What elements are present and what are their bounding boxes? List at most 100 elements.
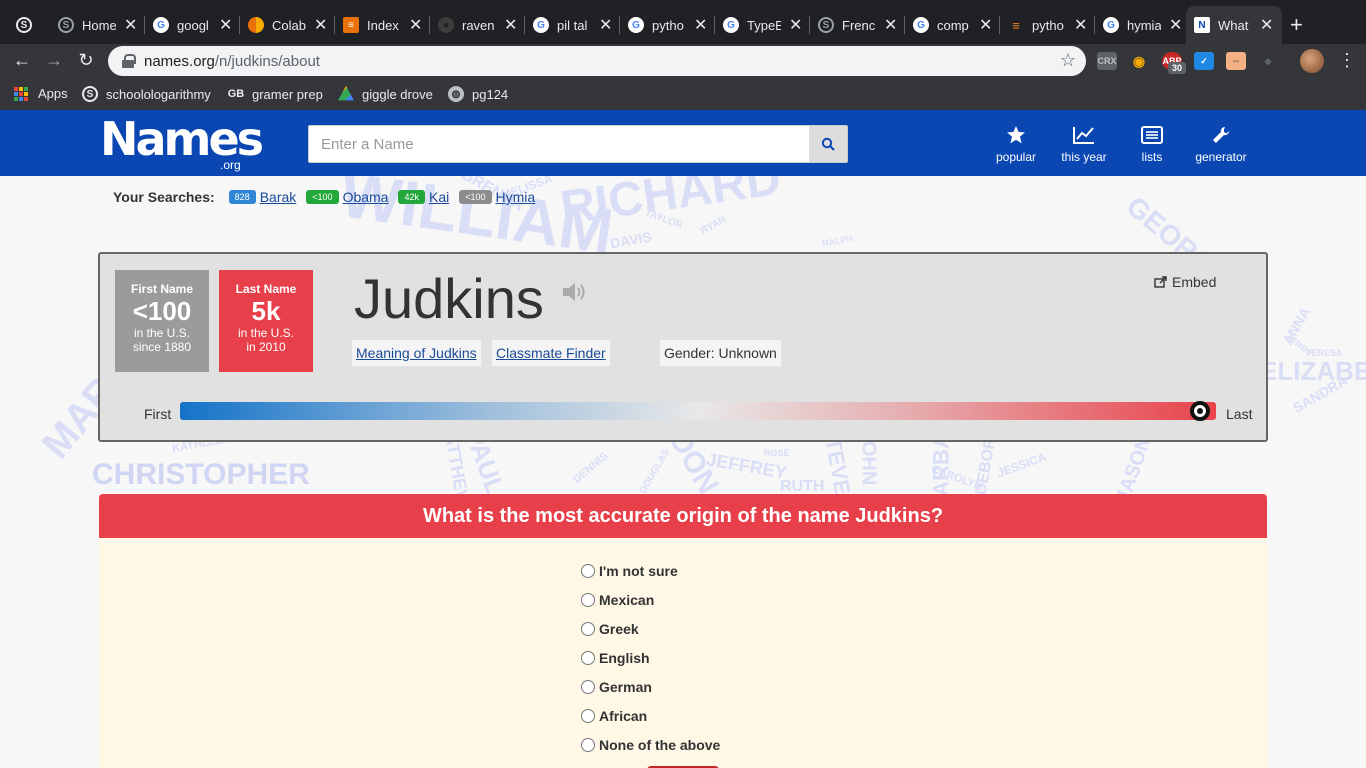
tab-python[interactable]: G pytho ✕ — [620, 6, 716, 44]
radio-button[interactable] — [581, 708, 595, 723]
bookmark-label: gramer prep — [252, 86, 323, 102]
nav-generator[interactable]: generator — [1186, 124, 1256, 164]
tab-raven[interactable]: ● raven ✕ — [430, 6, 526, 44]
tab-google[interactable]: G googl ✕ — [145, 6, 241, 44]
colab-favicon-icon — [248, 17, 264, 33]
radio-button[interactable] — [581, 621, 595, 636]
option-label: None of the above — [599, 736, 721, 753]
bookmark-schoolologarithmy[interactable]: S schoolologarithmy — [82, 86, 211, 102]
lock-icon — [122, 54, 136, 68]
nav-this-year[interactable]: this year — [1049, 124, 1119, 164]
poll-option-not-sure[interactable]: I'm not sure — [581, 556, 720, 585]
close-tab-icon[interactable]: ✕ — [1074, 15, 1087, 35]
name-heading: Judkins — [354, 267, 544, 330]
close-tab-icon[interactable]: ✕ — [219, 15, 232, 35]
trend-chart-icon — [1073, 127, 1094, 144]
reload-button[interactable]: ↻ — [74, 50, 98, 71]
poll-option-none[interactable]: None of the above — [581, 730, 720, 759]
bookmark-label: Apps — [38, 86, 68, 101]
new-tab-button[interactable]: + — [1290, 12, 1303, 38]
name-search-input[interactable] — [309, 126, 809, 162]
name-search — [308, 125, 848, 163]
search-link-barak[interactable]: Barak — [260, 189, 297, 205]
cloud-name: DOUGLAS — [637, 447, 673, 496]
radio-button[interactable] — [581, 563, 595, 578]
radio-button[interactable] — [581, 650, 595, 665]
stackoverflow-favicon-icon: ≡ — [1012, 17, 1020, 33]
poll-option-african[interactable]: African — [581, 701, 720, 730]
face-extension-icon[interactable]: ◦◦ — [1226, 52, 1246, 70]
close-tab-icon[interactable]: ✕ — [979, 15, 992, 35]
count-badge: <100 — [306, 190, 339, 204]
tab-index[interactable]: ≡ Index ✕ — [335, 6, 431, 44]
close-tab-icon[interactable]: ✕ — [409, 15, 422, 35]
close-tab-icon[interactable]: ✕ — [314, 15, 327, 35]
count-badge: 828 — [228, 190, 256, 204]
browser-menu-icon[interactable]: ⋮ — [1338, 50, 1356, 71]
close-tab-icon[interactable]: ✕ — [1169, 15, 1182, 35]
search-link-obama[interactable]: Obama — [343, 189, 389, 205]
search-link-kai[interactable]: Kai — [429, 189, 449, 205]
origin-poll: What is the most accurate origin of the … — [99, 494, 1267, 768]
close-tab-icon[interactable]: ✕ — [599, 15, 612, 35]
bookmark-giggle-drove[interactable]: giggle drove — [338, 86, 433, 102]
meaning-link[interactable]: Meaning of Judkins — [356, 345, 477, 361]
forward-button[interactable]: → — [42, 50, 66, 71]
bookmark-pg124[interactable]: ◍ pg124 — [448, 86, 508, 102]
nav-popular[interactable]: popular — [981, 124, 1051, 164]
close-tab-icon[interactable]: ✕ — [789, 15, 802, 35]
tab-colab[interactable]: Colab ✕ — [240, 6, 336, 44]
tab-pil[interactable]: G pil tal ✕ — [525, 6, 621, 44]
poll-option-english[interactable]: English — [581, 643, 720, 672]
tab-french[interactable]: S Frenc ✕ — [810, 6, 906, 44]
bookmark-apps[interactable]: Apps — [14, 86, 68, 101]
bookmark-gramer-prep[interactable]: GB gramer prep — [228, 86, 323, 102]
gender-label: Gender: Unknown — [660, 340, 781, 366]
tab-home[interactable]: S Home ✕ — [50, 6, 146, 44]
close-tab-icon[interactable]: ✕ — [884, 15, 897, 35]
profile-avatar[interactable] — [1300, 49, 1324, 73]
radio-button[interactable] — [581, 737, 595, 752]
dark-extension-icon[interactable]: ◆ — [1258, 52, 1278, 70]
tab-typeerror[interactable]: G TypeE ✕ — [715, 6, 811, 44]
close-tab-icon[interactable]: ✕ — [1260, 15, 1273, 35]
crx-extension-icon[interactable]: CRX — [1097, 52, 1117, 70]
tab-python-so[interactable]: ≡ pytho ✕ — [1000, 6, 1096, 44]
tab-title: pytho — [652, 17, 684, 33]
tab-hymia[interactable]: G hymia ✕ — [1095, 6, 1190, 44]
bookmark-star-icon[interactable]: ☆ — [1060, 50, 1076, 71]
bookmarks-bar: Apps S schoolologarithmy GB gramer prep … — [0, 80, 1366, 110]
classmate-finder-link[interactable]: Classmate Finder — [496, 345, 606, 361]
poll-option-german[interactable]: German — [581, 672, 720, 701]
close-tab-icon[interactable]: ✕ — [694, 15, 707, 35]
nav-lists[interactable]: lists — [1117, 124, 1187, 164]
google-favicon-icon: G — [628, 17, 644, 33]
cloud-name: RYAN — [699, 213, 728, 238]
radio-button[interactable] — [581, 679, 595, 694]
tab-title: hymia — [1127, 17, 1161, 33]
address-bar[interactable]: names.org/n/judkins/about ☆ — [108, 46, 1086, 76]
first-last-spectrum-bar — [180, 401, 1216, 421]
cloud-name: DENNIS — [571, 450, 611, 486]
close-tab-icon[interactable]: ✕ — [124, 15, 137, 35]
poll-option-greek[interactable]: Greek — [581, 614, 720, 643]
back-button[interactable]: ← — [10, 50, 34, 71]
tab-title: raven — [462, 17, 495, 33]
s-favicon-icon: S — [818, 17, 834, 33]
check-extension-icon[interactable]: ✓ — [1194, 52, 1214, 70]
cloud-name: DAVIS — [608, 228, 653, 252]
search-chip-kai: 42k Kai — [398, 189, 449, 205]
search-link-hymia[interactable]: Hymia — [496, 189, 536, 205]
poll-option-mexican[interactable]: Mexican — [581, 585, 720, 614]
radio-button[interactable] — [581, 592, 595, 607]
owl-extension-icon[interactable]: ◉ — [1129, 52, 1149, 70]
tab-names-active[interactable]: N What ✕ — [1186, 6, 1282, 44]
search-button[interactable] — [809, 126, 847, 162]
search-icon — [821, 137, 835, 151]
tab-pinned-s[interactable]: S — [8, 6, 40, 44]
tab-comp[interactable]: G comp ✕ — [905, 6, 1001, 44]
embed-button[interactable]: Embed — [1154, 274, 1216, 290]
speaker-icon[interactable] — [561, 280, 589, 304]
close-tab-icon[interactable]: ✕ — [504, 15, 517, 35]
spectrum-last-label: Last — [1226, 406, 1253, 422]
